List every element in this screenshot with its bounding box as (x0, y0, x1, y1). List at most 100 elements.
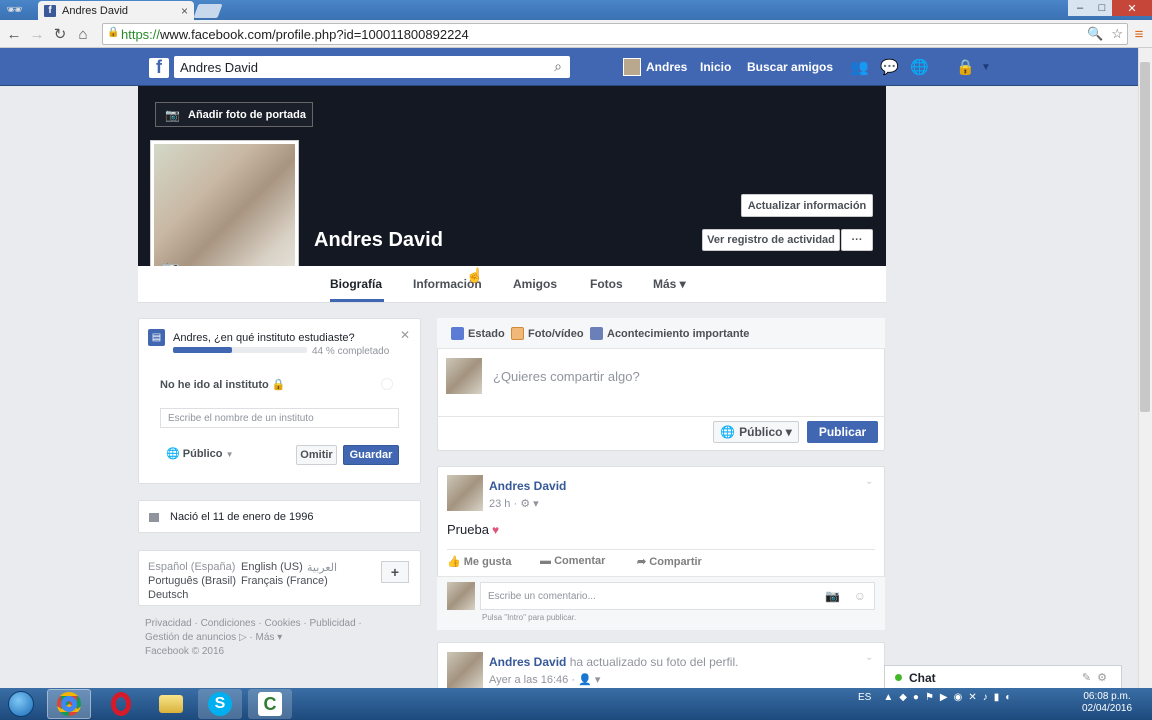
notifications-globe-icon[interactable]: 🌐 (910, 58, 930, 76)
comment-button[interactable]: ▬ Comentar (540, 555, 605, 567)
avatar[interactable] (447, 475, 483, 511)
post-author[interactable]: Andres David (489, 655, 566, 669)
close-icon[interactable]: ✕ (400, 328, 410, 342)
like-button[interactable]: 👍 Me gusta (447, 555, 511, 568)
search-input[interactable]: Andres David ⌕ (174, 56, 570, 78)
facebook-logo-icon[interactable]: f (149, 57, 169, 78)
account-menu-chevron-down-icon[interactable]: ▼ (981, 62, 1001, 80)
composer-privacy-button[interactable]: 🌐 Público ▾ (713, 421, 799, 443)
taskbar-chrome[interactable] (47, 689, 91, 719)
skip-button[interactable]: Omitir (296, 445, 337, 465)
post-text: Prueba (447, 522, 489, 537)
composer-tab-photo[interactable]: Foto/vídeo (511, 327, 584, 340)
composer-tab-life-event[interactable]: Acontecimiento importante (590, 327, 749, 340)
new-tab-button[interactable] (193, 4, 223, 18)
avatar[interactable] (447, 652, 483, 688)
online-status-icon (895, 674, 902, 681)
avatar[interactable] (447, 582, 475, 610)
audience-icon[interactable]: 👤 ▾ (578, 674, 600, 686)
taskbar-skype[interactable]: S (198, 689, 242, 719)
footer-links[interactable]: Privacidad · Condiciones · Cookies · Pub… (145, 618, 362, 629)
window-maximize-button[interactable]: □ (1092, 0, 1112, 16)
post-options-chevron-down-icon[interactable]: ⌄ (865, 652, 873, 663)
messages-icon[interactable]: 💬 (880, 58, 900, 76)
post-author[interactable]: Andres David (489, 479, 566, 493)
nav-find-friends-link[interactable]: Buscar amigos (747, 60, 833, 74)
update-info-button[interactable]: Actualizar información (741, 194, 873, 217)
audience-icon[interactable]: ⚙ ▾ (520, 498, 538, 510)
language-link[interactable]: Português (Brasil) (148, 575, 236, 587)
nav-profile-link[interactable]: Andres (646, 60, 687, 74)
more-languages-button[interactable]: + (381, 561, 409, 583)
mouse-cursor-icon: ☝ (466, 267, 484, 283)
chat-bar[interactable]: Chat ✎⚙ (884, 665, 1122, 690)
taskbar-clock[interactable]: 06:08 p.m. 02/04/2016 (1078, 691, 1136, 715)
tray-icons[interactable]: ▲◆●⚑▶◉✕♪▮◐ (883, 692, 1017, 703)
search-value: Andres David (180, 59, 259, 75)
profile-name[interactable]: Andres David (314, 229, 443, 252)
save-button[interactable]: Guardar (343, 445, 399, 465)
tab-photos[interactable]: Fotos (590, 277, 623, 291)
language-link[interactable]: Français (France) (241, 575, 328, 587)
tab-more[interactable]: Más ▾ (653, 277, 686, 291)
scrollbar-thumb[interactable] (1140, 62, 1150, 412)
search-icon[interactable]: ⌕ (554, 58, 562, 75)
photo-icon (511, 327, 524, 340)
post-time[interactable]: 23 h (489, 498, 510, 510)
forward-arrow-icon[interactable]: → (28, 25, 46, 43)
add-cover-photo-button[interactable]: 📷 Añadir foto de portada (155, 102, 313, 127)
profile-picture[interactable]: 📷 (150, 140, 299, 287)
composer-input[interactable]: ¿Quieres compartir algo? (493, 369, 640, 384)
tab-close-icon[interactable]: × (181, 4, 188, 18)
avatar[interactable] (446, 358, 482, 394)
zoom-icon[interactable]: 🔍 (1087, 26, 1103, 42)
post-meta[interactable]: 23 h · ⚙ ▾ (489, 497, 539, 510)
input-language[interactable]: ES (858, 692, 871, 703)
lock-icon: 🔒 (271, 379, 286, 391)
camera-icon[interactable]: 📷 (825, 589, 840, 603)
share-button[interactable]: ➦ Compartir (637, 555, 702, 568)
nav-home-link[interactable]: Inicio (700, 60, 731, 74)
comment-input[interactable]: Escribe un comentario... 📷 ☺ (480, 582, 875, 610)
taskbar-camtasia[interactable]: C (248, 689, 292, 719)
activity-log-button[interactable]: Ver registro de actividad (702, 229, 840, 251)
system-tray[interactable]: ES ▲◆●⚑▶◉✕♪▮◐ (858, 692, 1017, 703)
tab-friends[interactable]: Amigos (513, 277, 557, 291)
post-time[interactable]: Ayer a las 16:46 (489, 674, 568, 686)
more-options-button[interactable]: ··· (841, 229, 873, 251)
emoji-icon[interactable]: ☺ (854, 589, 866, 603)
school-name-input[interactable]: Escribe el nombre de un instituto (160, 408, 399, 428)
no-school-checkbox[interactable] (381, 378, 393, 390)
reload-icon[interactable]: ↻ (51, 25, 69, 43)
footer-links[interactable]: Gestión de anuncios ▷ · Más ▾ (145, 632, 282, 643)
tab-timeline[interactable]: Biografía (330, 277, 382, 291)
taskbar-opera[interactable] (99, 689, 143, 719)
avatar[interactable] (623, 58, 641, 76)
menu-icon[interactable]: ≡ (1130, 25, 1148, 43)
browser-tab[interactable]: f Andres David × (38, 1, 194, 20)
address-bar[interactable]: 🔒 https://www.facebook.com/profile.php?i… (102, 23, 1128, 45)
no-school-toggle[interactable]: No he ido al instituto 🔒 (160, 378, 286, 391)
footer-copyright: Facebook © 2016 (145, 646, 225, 657)
bookmark-star-icon[interactable]: ☆ (1111, 26, 1123, 42)
language-link[interactable]: Deutsch (148, 589, 188, 601)
taskbar-explorer[interactable] (149, 689, 193, 719)
globe-icon: 🌐 (166, 448, 180, 460)
friend-requests-icon[interactable]: 👥 (850, 58, 870, 76)
language-link[interactable]: English (US) (241, 561, 303, 573)
publish-button[interactable]: Publicar (807, 421, 878, 443)
back-arrow-icon[interactable]: ← (5, 25, 23, 43)
chat-settings-icon[interactable]: ✎⚙ (1082, 671, 1113, 684)
window-close-button[interactable]: ✕ (1112, 0, 1152, 16)
window-minimize-button[interactable]: – (1068, 0, 1092, 16)
language-link[interactable]: العربية (307, 561, 337, 574)
start-button[interactable] (4, 688, 38, 720)
language-link[interactable]: Español (España) (148, 561, 235, 573)
home-icon[interactable]: ⌂ (74, 25, 92, 43)
privacy-shortcuts-icon[interactable]: 🔒 (956, 58, 976, 76)
school-privacy-selector[interactable]: 🌐 Público ▼ (166, 447, 233, 460)
camtasia-icon: C (258, 692, 282, 716)
post-meta[interactable]: Ayer a las 16:46 · 👤 ▾ (489, 673, 600, 686)
composer-tab-status[interactable]: Estado (451, 327, 505, 340)
post-options-chevron-down-icon[interactable]: ⌄ (865, 476, 873, 487)
